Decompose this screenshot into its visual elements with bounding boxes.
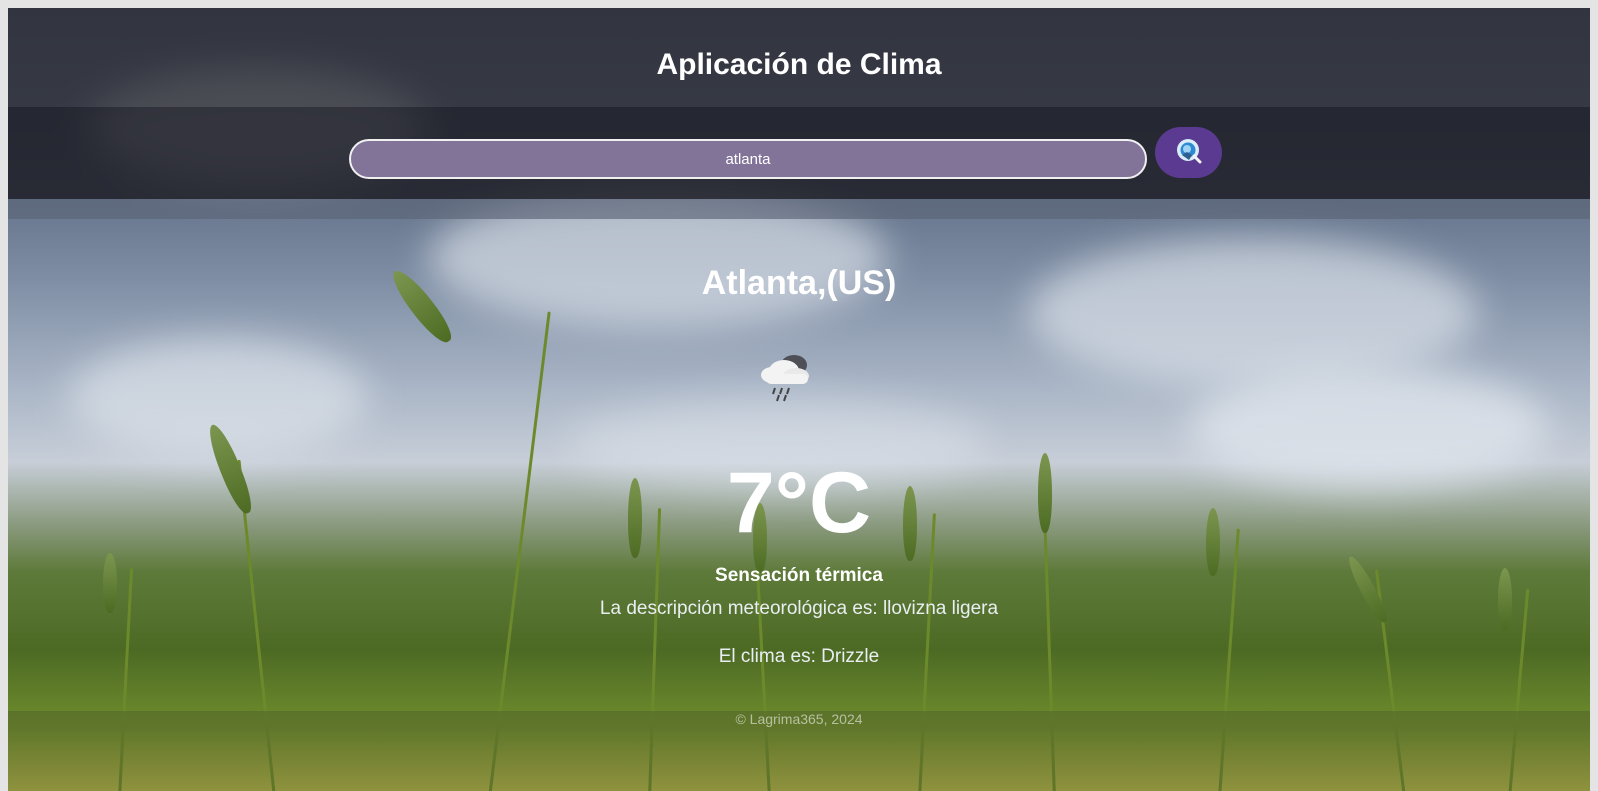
copyright-text: © Lagrima365, 2024 — [735, 711, 863, 727]
page-title: Aplicación de Clima — [656, 48, 942, 81]
feels-like-label: Sensación térmica — [715, 565, 883, 586]
temperature: 7°C — [726, 455, 872, 551]
weather-description: La descripción meteorológica es: llovizn… — [599, 598, 999, 619]
search-icon — [1175, 137, 1203, 168]
search-input[interactable] — [349, 139, 1147, 179]
rain-cloud-icon — [756, 350, 814, 402]
weather-condition: El clima es: Drizzle — [718, 646, 880, 667]
search-button[interactable] — [1155, 127, 1222, 178]
location-name: Atlanta,(US) — [701, 264, 897, 302]
search-bar-divider — [8, 199, 1590, 219]
